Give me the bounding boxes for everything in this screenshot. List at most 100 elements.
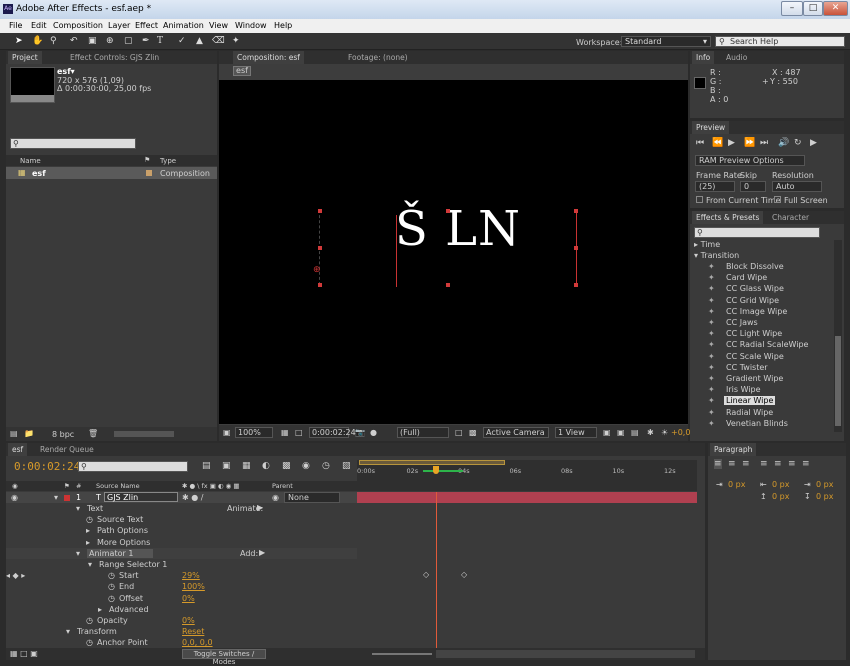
anchor-point-property-row[interactable]: ◷ Anchor Point 0,0, 0,0 <box>6 637 363 649</box>
menu-animation[interactable]: Animation <box>163 21 204 30</box>
stopwatch-icon[interactable]: ◷ <box>108 582 115 591</box>
offset-property-value[interactable]: 0% <box>182 594 195 603</box>
align-left-icon[interactable]: ≡ <box>714 459 722 469</box>
end-property-value[interactable]: 100% <box>182 582 205 591</box>
range-selector-1-row[interactable]: ▾ Range Selector 1 <box>6 559 363 570</box>
effect-item[interactable]: ✦ CC Jaws <box>708 317 832 328</box>
ram-preview-icon[interactable]: ▶ <box>810 138 817 148</box>
comp-viewer[interactable]: Š LN ⊕ <box>219 80 688 424</box>
skip-select[interactable]: 0 <box>740 181 766 192</box>
shy-layers-icon[interactable]: ◐ <box>262 461 270 471</box>
zoom-slider[interactable] <box>372 653 432 655</box>
minimize-button[interactable]: – <box>781 1 803 16</box>
brush-tool-icon[interactable]: ✓ <box>178 36 186 46</box>
project-item-row[interactable]: ▦ esf Composition <box>6 167 217 179</box>
justify-all-icon[interactable]: ≡ <box>802 459 810 469</box>
space-before-value[interactable]: 0 px <box>772 492 789 501</box>
view-layout-select[interactable]: 1 View <box>555 427 597 438</box>
opacity-property-row[interactable]: ◷ Opacity 0% <box>6 615 363 626</box>
track-row[interactable] <box>357 581 697 593</box>
track-row[interactable] <box>357 592 697 604</box>
chevron-down-icon[interactable]: ▾ <box>66 627 70 636</box>
track-row[interactable] <box>357 536 697 548</box>
bbox-handle[interactable] <box>446 283 450 287</box>
layer-duration-bar[interactable] <box>357 492 697 503</box>
stopwatch-icon[interactable]: ◷ <box>108 594 115 603</box>
animator-1-row[interactable]: ▾ Animator 1 Add: ▶ <box>6 547 363 559</box>
menu-file[interactable]: File <box>9 21 22 30</box>
full-screen-checkbox[interactable] <box>774 196 781 203</box>
pen-tool-icon[interactable]: ✒ <box>142 36 150 46</box>
menu-help[interactable]: Help <box>274 21 292 30</box>
time-ruler[interactable]: 0:00s 02s 04s 06s 08s 10s 12s <box>357 460 697 491</box>
layer-switches-icon[interactable]: ✱ ● / <box>182 493 203 502</box>
magnification-icon[interactable]: ▣ <box>223 428 231 437</box>
project-scrollbar[interactable] <box>114 431 174 437</box>
start-property-row[interactable]: ◷ Start 29% ◂ ◆ ▸ <box>6 570 363 582</box>
effects-search-input[interactable]: ⚲ <box>694 227 820 238</box>
interpret-icon[interactable]: ▤ <box>10 429 18 438</box>
source-text-row[interactable]: ◷ Source Text <box>6 514 363 526</box>
timeline-icon[interactable]: ▤ <box>631 428 639 437</box>
graph-editor-icon[interactable]: ◷ <box>322 461 330 471</box>
prev-frame-icon[interactable]: ⏪ <box>712 138 723 148</box>
tab-info[interactable]: Info <box>692 51 715 64</box>
justify-last-left-icon[interactable]: ≡ <box>760 459 768 469</box>
zoom-tool-icon[interactable]: ⚲ <box>50 36 57 46</box>
tab-effects-presets[interactable]: Effects & Presets <box>692 211 764 224</box>
col-name[interactable]: Name <box>20 157 41 165</box>
tab-composition[interactable]: Composition: esf <box>233 51 304 64</box>
transform-group-value[interactable]: Reset <box>182 627 204 636</box>
stopwatch-icon[interactable]: ◷ <box>86 638 93 647</box>
col-parent[interactable]: Parent <box>272 482 293 490</box>
effect-item[interactable]: ✦ CC Image Wipe <box>708 306 832 317</box>
transparency-icon[interactable]: ▩ <box>469 428 477 437</box>
chevron-right-icon[interactable]: ▸ <box>86 538 90 547</box>
resolution-select[interactable]: Auto <box>772 181 822 192</box>
frame-blending-icon[interactable]: ▩ <box>282 461 291 471</box>
bbox-handle[interactable] <box>318 209 322 213</box>
work-area-bar[interactable] <box>359 460 505 465</box>
first-frame-icon[interactable]: ⏮ <box>696 138 704 148</box>
effect-item[interactable]: ✦ Gradient Wipe <box>708 373 832 384</box>
parent-select[interactable]: None <box>284 492 340 503</box>
menu-composition[interactable]: Composition <box>53 21 103 30</box>
align-center-icon[interactable]: ≡ <box>728 459 736 469</box>
rotate-tool-icon[interactable]: ↶ <box>70 36 78 46</box>
tab-paragraph[interactable]: Paragraph <box>710 443 757 456</box>
track-row[interactable] <box>357 626 697 638</box>
rectangle-tool-icon[interactable]: ▢ <box>124 36 133 46</box>
keyframe-navigator-icon[interactable]: ◂ ◆ ▸ <box>6 571 25 580</box>
timeline-search-input[interactable]: ⚲ <box>78 461 188 472</box>
effect-item[interactable]: ✦ CC Twister <box>708 362 832 373</box>
project-search-input[interactable]: ⚲ <box>10 138 136 149</box>
effect-item[interactable]: ✦ CC Grid Wipe <box>708 295 832 306</box>
folder-icon[interactable]: 📁 <box>24 429 34 438</box>
menu-arrow-icon[interactable]: ▶ <box>257 503 263 512</box>
timeline-current-time[interactable]: 0:00:02:24 <box>14 460 80 473</box>
effect-item[interactable]: ✦ Iris Wipe <box>708 384 832 395</box>
eraser-tool-icon[interactable]: ⌫ <box>212 36 225 46</box>
path-options-row[interactable]: ▸ Path Options <box>6 525 363 537</box>
expand-triangle-icon[interactable]: ▾ <box>54 493 58 502</box>
bbox-handle[interactable] <box>574 246 578 250</box>
chevron-right-icon[interactable]: ▸ <box>86 526 90 535</box>
toggle-switches-button[interactable]: Toggle Switches / Modes <box>182 649 266 666</box>
effect-item[interactable]: ✦ CC Radial ScaleWipe <box>708 339 832 350</box>
layer-label-swatch[interactable] <box>64 495 70 501</box>
menu-effect[interactable]: Effect <box>135 21 158 30</box>
effects-scrollbar[interactable] <box>834 240 842 432</box>
current-time-field[interactable]: 0:00:02:24 <box>309 427 356 438</box>
stopwatch-icon[interactable]: ◷ <box>86 616 93 625</box>
maximize-button[interactable]: □ <box>803 1 823 16</box>
stopwatch-icon[interactable]: ◷ <box>86 515 93 524</box>
keyframe-icon[interactable]: ◇ <box>423 570 429 579</box>
tab-timeline-esf[interactable]: esf <box>8 443 28 456</box>
effect-item[interactable]: ✦ CC Scale Wipe <box>708 351 832 362</box>
bbox-handle[interactable] <box>318 283 322 287</box>
bbox-handle[interactable] <box>574 209 578 213</box>
comp-mini-flowchart-icon[interactable]: ▤ <box>202 461 211 471</box>
effect-item[interactable]: ✦ CC Light Wipe <box>708 328 832 339</box>
play-icon[interactable]: ▶ <box>728 138 735 148</box>
track-row[interactable] <box>357 503 697 514</box>
